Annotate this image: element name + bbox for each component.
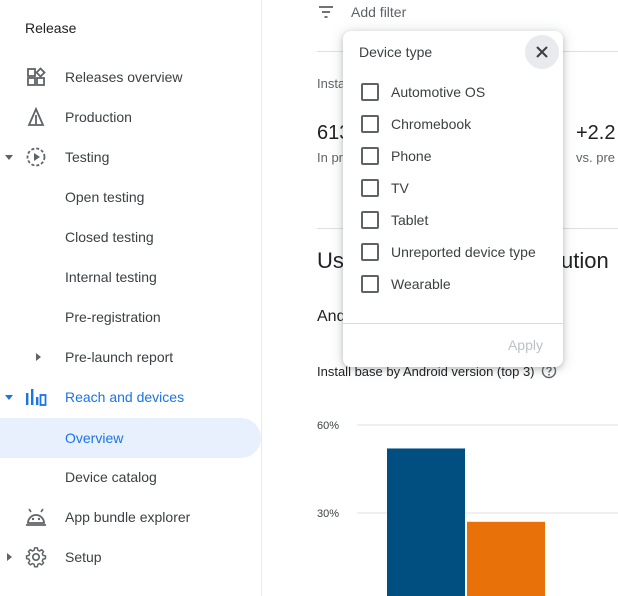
sidebar-item-releases-overview[interactable]: Releases overview xyxy=(0,57,262,97)
close-button[interactable] xyxy=(525,35,559,69)
option-label: TV xyxy=(391,180,409,196)
stat-change-value: +2.2 xyxy=(576,122,616,144)
popup-title: Device type xyxy=(359,44,433,60)
stat-sublabel: In pr xyxy=(317,150,344,165)
option-label: Tablet xyxy=(391,212,429,228)
option-label: Chromebook xyxy=(391,116,472,132)
sidebar-item-internal-testing[interactable]: Internal testing xyxy=(0,257,262,297)
sidebar-item-label: Testing xyxy=(65,149,110,165)
apply-button[interactable]: Apply xyxy=(508,337,543,353)
install-base-chart: 60% 30% xyxy=(317,420,618,596)
sidebar-item-label: Device catalog xyxy=(65,469,157,485)
option-phone[interactable]: Phone xyxy=(361,145,431,167)
stat-change-sublabel: vs. pre xyxy=(576,150,616,165)
sidebar-item-label: Setup xyxy=(65,549,102,565)
option-label: Automotive OS xyxy=(391,84,486,100)
filter-icon xyxy=(319,6,333,18)
option-unreported-device-type[interactable]: Unreported device type xyxy=(361,241,536,263)
production-icon xyxy=(25,106,47,128)
option-chromebook[interactable]: Chromebook xyxy=(361,113,471,135)
option-label: Phone xyxy=(391,148,432,164)
device-type-filter-popup: Device type Automotive OS Chromebook Pho… xyxy=(343,31,563,367)
checkbox[interactable] xyxy=(361,179,379,197)
checkbox[interactable] xyxy=(361,147,379,165)
reach-devices-icon xyxy=(25,386,47,408)
sidebar-item-label: App bundle explorer xyxy=(65,509,191,525)
sidebar-item-app-bundle-explorer[interactable]: App bundle explorer xyxy=(0,497,262,537)
sidebar-item-production[interactable]: Production xyxy=(0,97,262,137)
sub-title: And xyxy=(317,308,346,325)
divider xyxy=(343,323,563,324)
option-tv[interactable]: TV xyxy=(361,177,409,199)
testing-icon xyxy=(25,146,47,168)
add-filter-label: Add filter xyxy=(351,4,407,20)
section-title-right: ution xyxy=(561,248,609,273)
sidebar-item-reach-and-devices[interactable]: Reach and devices xyxy=(0,377,262,417)
sidebar-item-label: Internal testing xyxy=(65,269,157,285)
sidebar-item-label: Overview xyxy=(65,430,124,446)
y-tick-label: 30% xyxy=(317,508,339,520)
sidebar-item-testing[interactable]: Testing xyxy=(0,137,262,177)
checkbox[interactable] xyxy=(361,275,379,293)
sidebar-item-pre-registration[interactable]: Pre-registration xyxy=(0,297,262,337)
sidebar-item-label: Open testing xyxy=(65,189,145,205)
sidebar-item-open-testing[interactable]: Open testing xyxy=(0,177,262,217)
option-wearable[interactable]: Wearable xyxy=(361,273,451,295)
sidebar: Release Releases overview Production Tes… xyxy=(0,0,262,596)
option-tablet[interactable]: Tablet xyxy=(361,209,428,231)
sidebar-item-label: Pre-registration xyxy=(65,309,161,325)
caret-down-icon[interactable] xyxy=(4,392,14,402)
bar-2[interactable] xyxy=(467,521,545,596)
sidebar-item-label: Production xyxy=(65,109,132,125)
releases-overview-icon xyxy=(25,66,47,88)
close-icon xyxy=(536,46,548,58)
sidebar-item-setup[interactable]: Setup xyxy=(0,537,262,577)
y-tick-label: 60% xyxy=(317,420,339,432)
caret-right-icon[interactable] xyxy=(4,552,14,562)
option-label: Wearable xyxy=(391,276,451,292)
gear-icon xyxy=(25,546,47,568)
checkbox[interactable] xyxy=(361,115,379,133)
sidebar-section-title: Release xyxy=(25,20,77,36)
sidebar-item-label: Closed testing xyxy=(65,229,154,245)
bar-1[interactable] xyxy=(387,448,465,596)
stat-label: Insta xyxy=(317,76,346,91)
sidebar-item-label: Pre-launch report xyxy=(65,349,174,365)
caret-right-icon[interactable] xyxy=(33,352,43,362)
sidebar-item-closed-testing[interactable]: Closed testing xyxy=(0,217,262,257)
caret-down-icon[interactable] xyxy=(4,152,14,162)
sidebar-item-label: Releases overview xyxy=(65,69,183,85)
sidebar-item-label: Reach and devices xyxy=(65,389,185,405)
checkbox[interactable] xyxy=(361,83,379,101)
sidebar-item-device-catalog[interactable]: Device catalog xyxy=(0,457,262,497)
sidebar-item-pre-launch-report[interactable]: Pre-launch report xyxy=(0,337,262,377)
option-label: Unreported device type xyxy=(391,244,536,260)
checkbox[interactable] xyxy=(361,211,379,229)
android-icon xyxy=(25,506,47,528)
section-title-left: Us xyxy=(317,248,344,273)
sidebar-item-overview[interactable]: Overview xyxy=(0,418,261,458)
option-automotive-os[interactable]: Automotive OS xyxy=(361,81,485,103)
add-filter-button[interactable]: Add filter xyxy=(317,0,406,24)
checkbox[interactable] xyxy=(361,243,379,261)
